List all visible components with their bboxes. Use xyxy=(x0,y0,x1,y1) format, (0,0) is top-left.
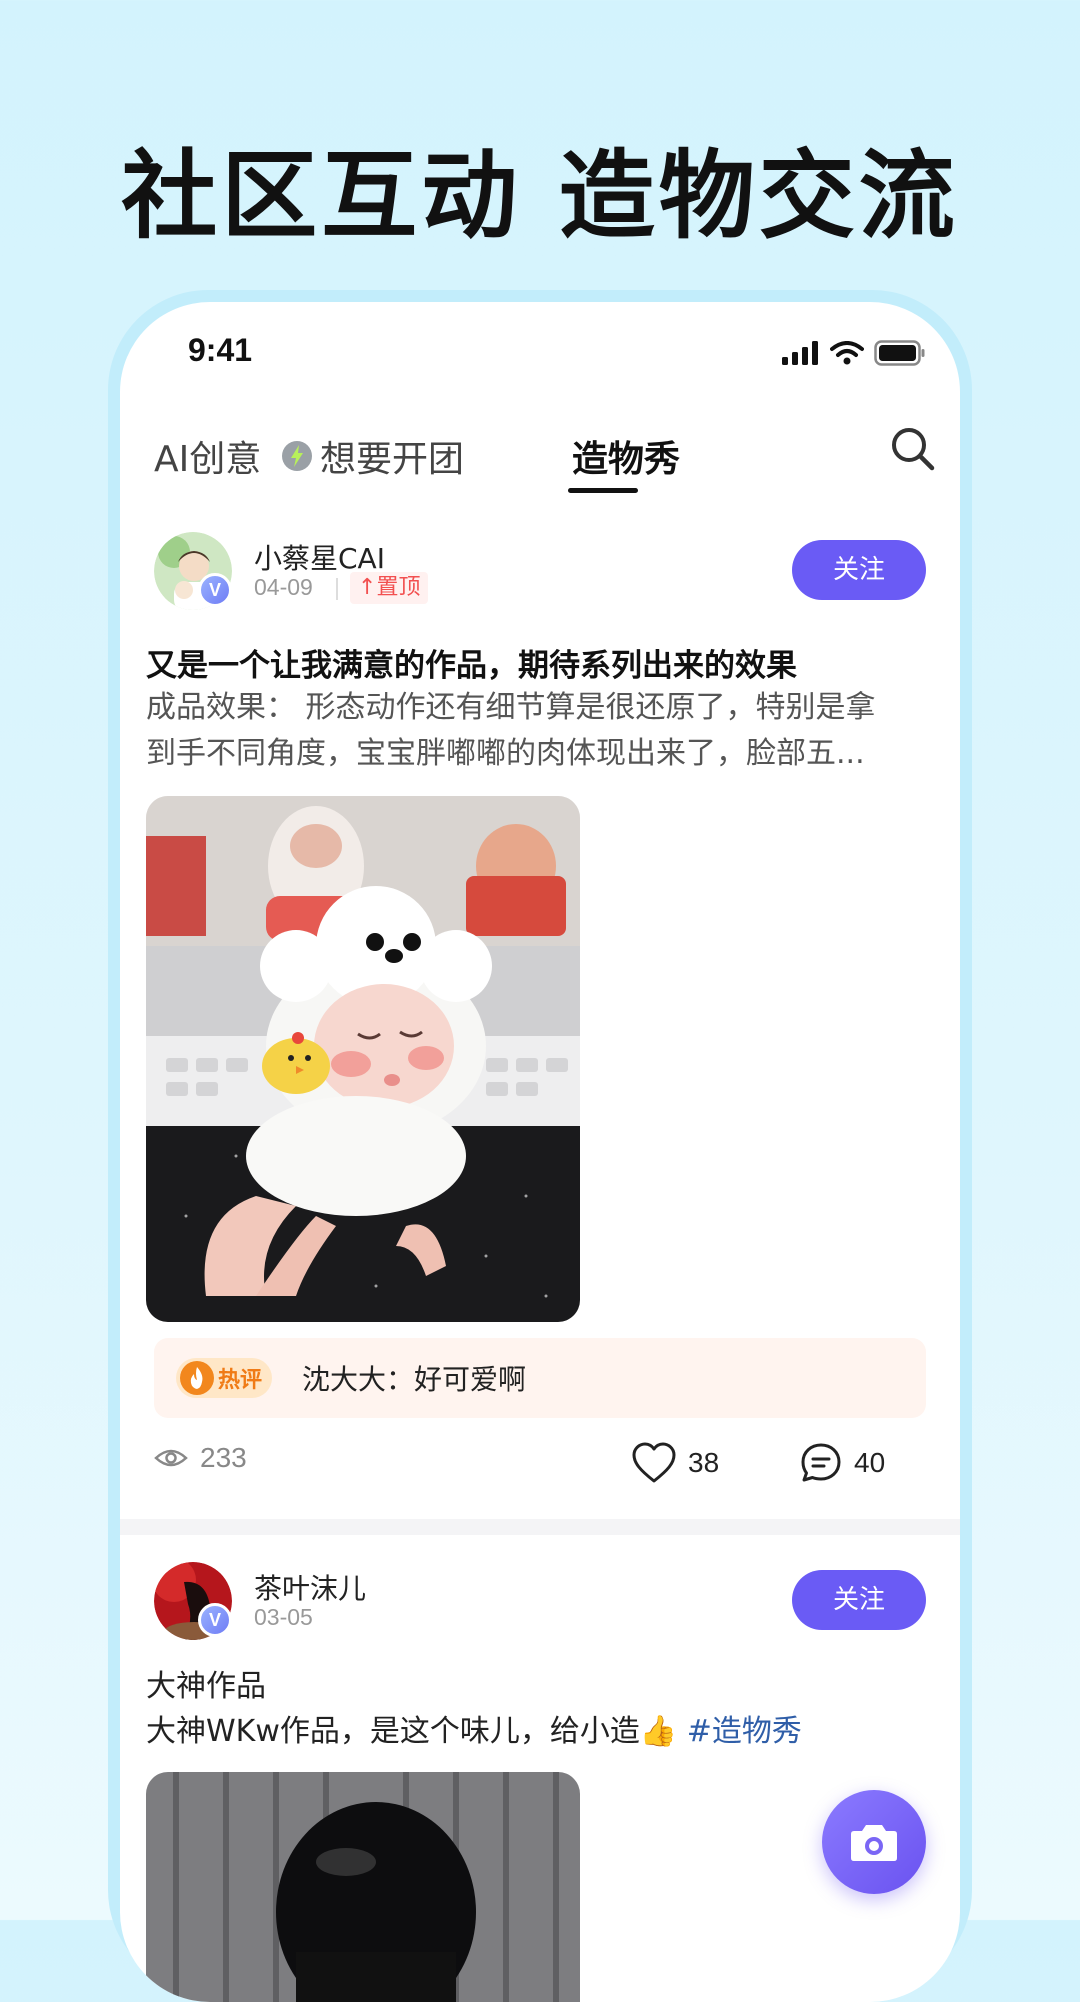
flame-icon xyxy=(180,1361,214,1395)
pin-arrow-icon: ↑ xyxy=(358,575,377,600)
view-count-value: 233 xyxy=(200,1442,247,1473)
post-title[interactable]: 又是一个让我满意的作品，期待系列出来的效果 xyxy=(146,640,797,685)
tab-group-buy-label: 想要开团 xyxy=(320,439,465,480)
search-icon[interactable] xyxy=(888,424,938,474)
post-stats: 233 38 40 xyxy=(120,1442,960,1492)
hot-comment-badge: 热评 xyxy=(176,1358,273,1398)
user-name[interactable]: 小蔡星CAI xyxy=(254,537,385,577)
camera-icon xyxy=(851,1825,897,1861)
meta-divider xyxy=(336,578,338,600)
hot-comment-label: 热评 xyxy=(218,1368,263,1393)
user-name[interactable]: 茶叶沫儿 xyxy=(254,1567,366,1607)
heart-icon xyxy=(632,1442,676,1483)
status-icons xyxy=(782,340,926,366)
headline: 社区互动 造物交流 xyxy=(121,140,959,252)
post-excerpt-line: 成品效果： 形态动作还有细节算是很还原了，特别是拿 xyxy=(146,690,876,725)
camera-button[interactable] xyxy=(822,1790,926,1894)
wifi-icon xyxy=(830,341,864,365)
status-time: 9:41 xyxy=(188,332,253,368)
post-photo[interactable] xyxy=(146,796,580,1322)
post-excerpt-line: 到手不同角度，宝宝胖嘟嘟的肉体现出来了，脸部五... xyxy=(146,736,865,771)
hashtag-link[interactable]: #造物秀 xyxy=(687,1714,802,1749)
post-date: 03-05 xyxy=(254,1604,313,1630)
lightning-icon xyxy=(282,441,312,471)
verified-icon: V xyxy=(198,573,232,607)
comment-button[interactable]: 40 xyxy=(800,1442,885,1484)
post-excerpt[interactable]: 大神WKw作品，是这个味儿，给小造👍 #造物秀 xyxy=(146,1709,936,1755)
view-count: 233 xyxy=(154,1442,247,1474)
post-excerpt[interactable]: 成品效果： 形态动作还有细节算是很还原了，特别是拿 到手不同角度，宝宝胖嘟嘟的肉… xyxy=(146,685,936,777)
post-title[interactable]: 大神作品 xyxy=(146,1664,936,1710)
tab-group-buy[interactable]: 想要开团 xyxy=(282,430,464,482)
hot-comment-text: 沈大大：好可爱啊 xyxy=(302,1363,527,1396)
pinned-label: 置顶 xyxy=(376,575,421,600)
follow-button[interactable]: 关注 xyxy=(792,540,926,600)
verified-icon: V xyxy=(198,1603,232,1637)
like-count: 38 xyxy=(688,1447,720,1478)
pinned-badge: ↑置顶 xyxy=(350,572,429,604)
tab-ai-creative[interactable]: AI创意 xyxy=(154,430,261,482)
comment-icon xyxy=(801,1443,841,1482)
post-date: 04-09 xyxy=(254,574,313,600)
like-button[interactable]: 38 xyxy=(632,1442,719,1484)
follow-button[interactable]: 关注 xyxy=(792,1570,926,1630)
eye-icon xyxy=(154,1449,188,1467)
comment-count: 40 xyxy=(854,1447,886,1478)
post-excerpt-text: 大神WKw作品，是这个味儿，给小造👍 xyxy=(146,1714,678,1749)
signal-icon xyxy=(782,341,818,365)
phone-screen: 9:41 AI创意 想要开团 造物秀 V 小蔡星CAI 04-09 ↑置顶 关注… xyxy=(120,302,960,2002)
post-photo[interactable] xyxy=(146,1772,580,2002)
active-tab-indicator xyxy=(568,488,638,493)
tab-bar: AI创意 想要开团 造物秀 xyxy=(154,430,960,490)
battery-icon xyxy=(874,340,925,366)
post-divider xyxy=(120,1519,960,1535)
hot-comment-bar[interactable]: 热评 沈大大：好可爱啊 xyxy=(154,1338,926,1418)
tab-creation-show[interactable]: 造物秀 xyxy=(572,430,680,482)
